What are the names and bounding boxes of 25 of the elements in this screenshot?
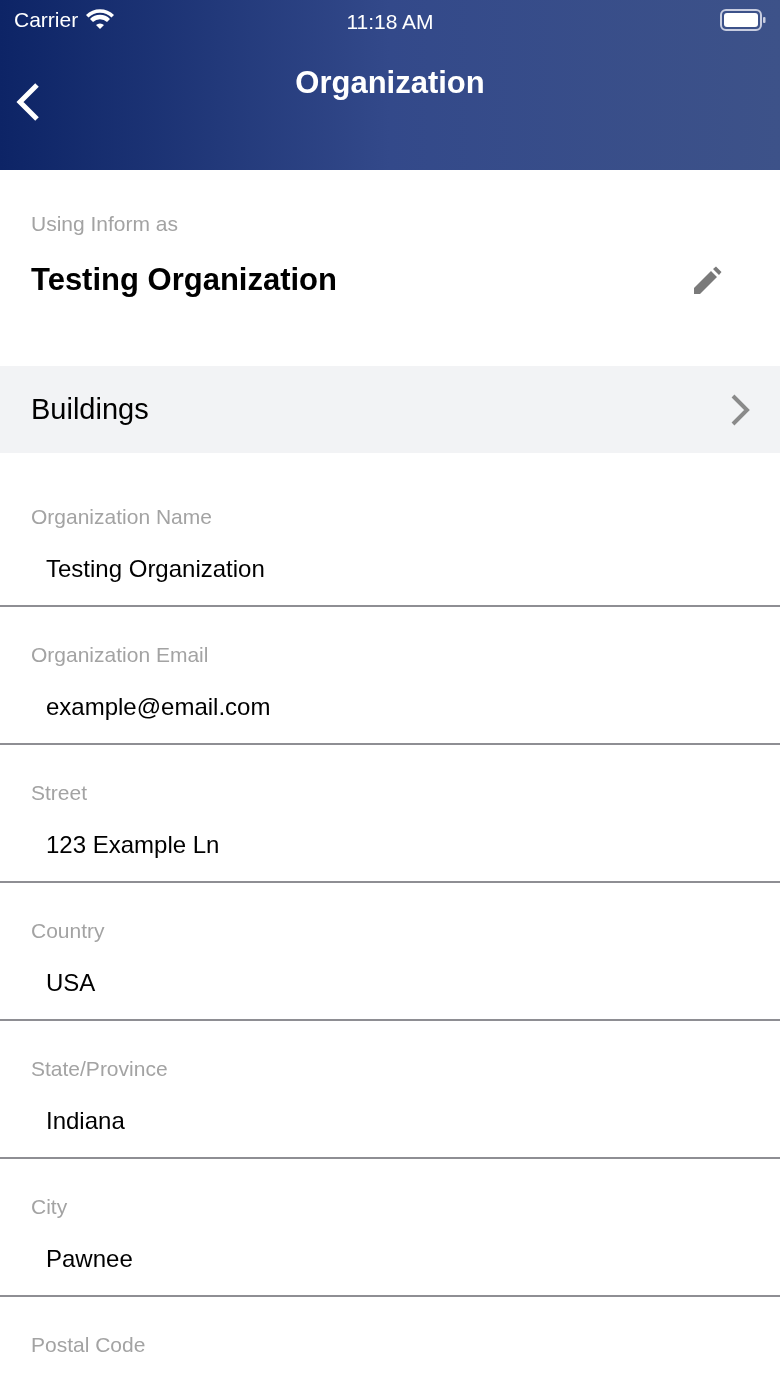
chevron-right-icon [730,392,750,427]
account-caption: Using Inform as [31,211,180,237]
organization-name: Testing Organization [31,261,337,299]
input-field[interactable]: Testing Organization [0,555,780,583]
battery-icon [720,9,766,31]
field-label: Organization Email [30,643,210,667]
field-label: Postal Code [30,1333,147,1357]
field-label: State/Province [30,1057,169,1081]
wifi-icon [86,9,115,31]
input-field[interactable]: USA [0,969,780,997]
input-field[interactable]: 123 Example Ln [0,831,780,859]
field-label: City [30,1195,69,1219]
field-label: Country [30,919,106,943]
clock-time: 11:18 AM [346,9,434,35]
screen-title: Organization [295,64,485,102]
input-field[interactable]: Indiana [0,1107,780,1135]
back-icon [15,82,41,122]
input-field[interactable]: example@email.com [0,693,780,721]
field-label: Organization Name [30,505,213,529]
edit-icon [692,266,722,296]
back-button[interactable] [14,82,42,122]
field-label: Street [30,781,89,805]
buildings-row[interactable]: Buildings [0,366,780,453]
input-field[interactable]: Pawnee [0,1245,780,1273]
carrier-label: Carrier [14,7,79,34]
